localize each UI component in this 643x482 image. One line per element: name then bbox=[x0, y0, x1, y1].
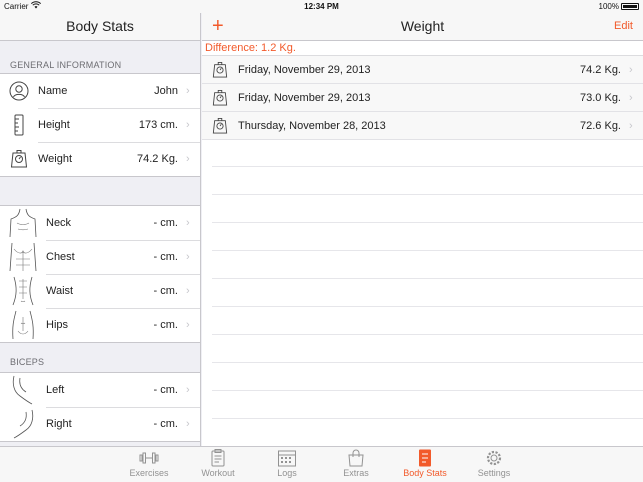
chevron-right-icon: › bbox=[629, 119, 633, 132]
weight-row[interactable]: Weight 74.2 Kg. › bbox=[0, 142, 200, 176]
height-value: 173 cm. bbox=[138, 119, 178, 131]
waist-row[interactable]: Waist - cm. › bbox=[0, 274, 200, 308]
status-bar: Carrier 12:34 PM 100% bbox=[0, 0, 643, 13]
shopping-bag-icon bbox=[348, 449, 364, 467]
gear-icon bbox=[486, 450, 502, 466]
weight-entry-row[interactable]: Friday, November 29, 2013 74.2 Kg. › bbox=[202, 56, 643, 84]
tab-settings-label: Settings bbox=[477, 468, 511, 478]
neck-label: Neck bbox=[46, 217, 72, 229]
entry-value: 72.6 Kg. bbox=[580, 119, 621, 132]
hips-figure-icon bbox=[0, 308, 46, 342]
height-row[interactable]: Height 173 cm. › bbox=[0, 108, 200, 142]
body-stats-icon bbox=[419, 449, 431, 467]
entry-value: 73.0 Kg. bbox=[580, 91, 621, 104]
waist-label: Waist bbox=[46, 285, 74, 297]
tab-extras[interactable]: Extras bbox=[326, 449, 386, 478]
chevron-right-icon: › bbox=[186, 85, 190, 97]
weight-list: Friday, November 29, 2013 74.2 Kg. › Fri… bbox=[202, 55, 643, 140]
weight-label: Weight bbox=[38, 153, 73, 165]
right-biceps-row[interactable]: Right - cm. › bbox=[0, 407, 200, 441]
chevron-right-icon: › bbox=[186, 384, 190, 396]
hips-label: Hips bbox=[46, 319, 69, 331]
right-arm-icon bbox=[0, 407, 46, 441]
battery-icon bbox=[621, 3, 639, 10]
edit-button[interactable]: Edit bbox=[614, 13, 633, 40]
height-label: Height bbox=[38, 119, 70, 131]
biceps-group: Left - cm. › Right - cm. › bbox=[0, 372, 200, 442]
tab-workout[interactable]: Workout bbox=[188, 449, 248, 478]
name-row[interactable]: Name John › bbox=[0, 74, 200, 108]
entry-date: Thursday, November 28, 2013 bbox=[238, 119, 386, 132]
weight-navbar: + Weight Edit bbox=[202, 13, 643, 41]
hips-row[interactable]: Hips - cm. › bbox=[0, 308, 200, 342]
body-stats-title: Body Stats bbox=[0, 13, 200, 41]
waist-value: - cm. bbox=[153, 285, 178, 297]
general-info-header: GENERAL INFORMATION bbox=[10, 60, 122, 70]
weight-entry-row[interactable]: Friday, November 29, 2013 73.0 Kg. › bbox=[202, 84, 643, 112]
tab-workout-label: Workout bbox=[201, 468, 235, 478]
chevron-right-icon: › bbox=[629, 63, 633, 76]
entry-date: Friday, November 29, 2013 bbox=[238, 91, 371, 104]
right-biceps-value: - cm. bbox=[153, 418, 178, 430]
weight-panel: + Weight Edit Difference: 1.2 Kg. Friday… bbox=[202, 13, 643, 446]
tab-exercises[interactable]: Exercises bbox=[119, 449, 179, 478]
body-stats-panel: Body Stats GENERAL INFORMATION Name John… bbox=[0, 13, 201, 446]
tab-logs[interactable]: Logs bbox=[257, 449, 317, 478]
empty-list-lines bbox=[212, 139, 643, 446]
neck-value: - cm. bbox=[153, 217, 178, 229]
battery-percent: 100% bbox=[598, 2, 619, 11]
chevron-right-icon: › bbox=[186, 217, 190, 229]
ruler-icon bbox=[0, 108, 38, 142]
left-arm-icon bbox=[0, 373, 46, 407]
tab-bar: Exercises Workout Logs Extras Body Stats… bbox=[0, 446, 643, 482]
difference-label: Difference: 1.2 Kg. bbox=[205, 42, 296, 54]
chevron-right-icon: › bbox=[186, 119, 190, 131]
tab-logs-label: Logs bbox=[277, 468, 297, 478]
left-biceps-label: Left bbox=[46, 384, 65, 396]
left-biceps-value: - cm. bbox=[153, 384, 178, 396]
entry-value: 74.2 Kg. bbox=[580, 63, 621, 76]
tab-extras-label: Extras bbox=[343, 468, 369, 478]
name-value: John bbox=[154, 85, 178, 97]
chevron-right-icon: › bbox=[186, 319, 190, 331]
entry-date: Friday, November 29, 2013 bbox=[238, 63, 371, 76]
left-biceps-row[interactable]: Left - cm. › bbox=[0, 373, 200, 407]
chest-label: Chest bbox=[46, 251, 75, 263]
person-icon bbox=[0, 74, 38, 108]
weight-title: Weight bbox=[400, 18, 445, 34]
tab-body-stats-label: Body Stats bbox=[403, 468, 447, 478]
neck-row[interactable]: Neck - cm. › bbox=[0, 206, 200, 240]
right-biceps-label: Right bbox=[46, 418, 72, 430]
weight-value: 74.2 Kg. bbox=[137, 153, 178, 165]
calendar-icon bbox=[278, 450, 296, 467]
dumbbell-icon bbox=[139, 452, 159, 464]
scale-icon bbox=[202, 61, 238, 79]
chest-row[interactable]: Chest - cm. › bbox=[0, 240, 200, 274]
neck-figure-icon bbox=[0, 206, 46, 240]
chevron-right-icon: › bbox=[186, 153, 190, 165]
chevron-right-icon: › bbox=[629, 91, 633, 104]
chevron-right-icon: › bbox=[186, 285, 190, 297]
tab-body-stats[interactable]: Body Stats bbox=[395, 449, 455, 478]
waist-figure-icon bbox=[0, 274, 46, 308]
chevron-right-icon: › bbox=[186, 251, 190, 263]
clipboard-icon bbox=[211, 449, 225, 467]
name-label: Name bbox=[38, 85, 68, 97]
scale-icon bbox=[202, 89, 238, 107]
weight-entry-row[interactable]: Thursday, November 28, 2013 72.6 Kg. › bbox=[202, 112, 643, 140]
chest-figure-icon bbox=[0, 240, 46, 274]
chest-value: - cm. bbox=[153, 251, 178, 263]
chevron-right-icon: › bbox=[186, 418, 190, 430]
biceps-header: BICEPS bbox=[10, 357, 45, 367]
clock: 12:34 PM bbox=[304, 2, 339, 11]
body-measurements-group: Neck - cm. › Chest - cm. › Waist - cm. ›… bbox=[0, 205, 200, 343]
scale-icon bbox=[0, 142, 38, 176]
general-info-group: Name John › Height 173 cm. › Weight 74.2… bbox=[0, 73, 200, 177]
scale-icon bbox=[202, 117, 238, 135]
tab-exercises-label: Exercises bbox=[129, 468, 169, 478]
tab-settings[interactable]: Settings bbox=[464, 449, 524, 478]
hips-value: - cm. bbox=[153, 319, 178, 331]
